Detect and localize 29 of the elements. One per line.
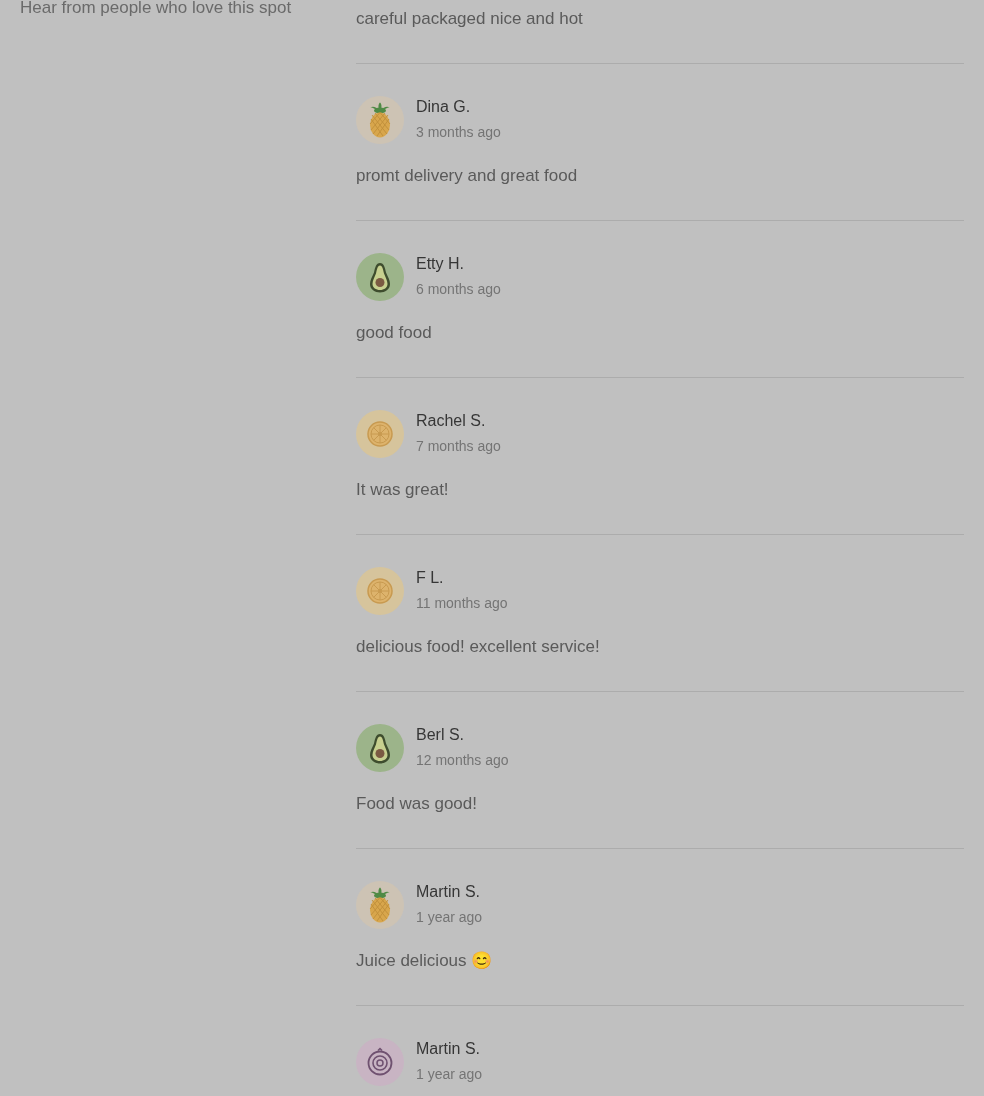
pineapple-icon bbox=[356, 881, 404, 929]
citrus-slice-icon bbox=[356, 567, 404, 615]
reviewer-name: Dina G. bbox=[416, 97, 471, 117]
review-text: It was great! bbox=[356, 479, 449, 501]
reviewer-name: Martin S. bbox=[416, 1039, 480, 1059]
reviewer-name: F L. bbox=[416, 568, 444, 588]
reviewer-name: Berl S. bbox=[416, 725, 464, 745]
reviewer-name: Rachel S. bbox=[416, 411, 486, 431]
review-text: careful packaged nice and hot bbox=[356, 8, 583, 30]
pineapple-icon bbox=[356, 96, 404, 144]
review-time: 1 year ago bbox=[416, 1065, 483, 1084]
review-time: 1 year ago bbox=[416, 908, 483, 927]
review-time: 11 months ago bbox=[416, 594, 508, 613]
review-text: Food was good! bbox=[356, 793, 477, 815]
avocado-icon bbox=[356, 253, 404, 301]
review-time: 12 months ago bbox=[416, 751, 509, 770]
section-subtitle: Hear from people who love this spot bbox=[20, 0, 292, 16]
review-text: good food bbox=[356, 322, 432, 344]
reviewer-name: Martin S. bbox=[416, 882, 480, 902]
citrus-slice-icon bbox=[356, 410, 404, 458]
review-time: 3 months ago bbox=[416, 123, 501, 142]
reviewer-name: Etty H. bbox=[416, 254, 464, 274]
review-text: Juice delicious 😊 bbox=[356, 950, 493, 972]
review-time: 7 months ago bbox=[416, 437, 501, 456]
review-time: 6 months ago bbox=[416, 280, 501, 299]
onion-icon bbox=[356, 1038, 404, 1086]
avocado-icon bbox=[356, 724, 404, 772]
review-text: promt delivery and great food bbox=[356, 165, 578, 187]
review-text: delicious food! excellent service! bbox=[356, 636, 600, 658]
